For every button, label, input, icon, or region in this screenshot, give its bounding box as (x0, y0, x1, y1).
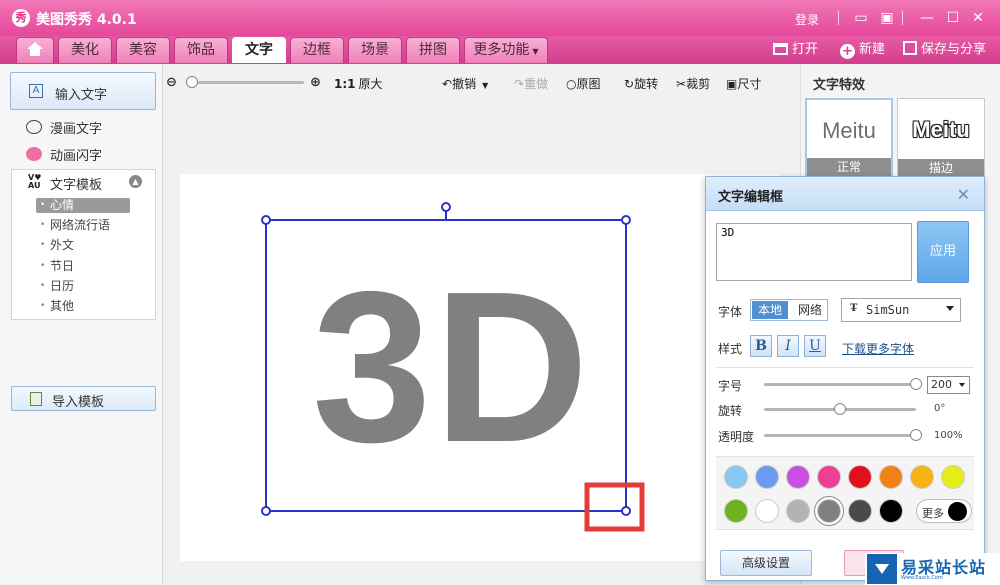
color-swatch[interactable] (848, 465, 872, 489)
divider (716, 367, 974, 368)
download-fonts-link[interactable]: 下载更多字体 (842, 340, 914, 357)
effect-sample: Meitu (912, 117, 970, 142)
effect-sample: Meitu (822, 118, 876, 143)
font-family-select[interactable]: T̶ SimSun (841, 298, 961, 322)
more-colors-label: 更多 (922, 507, 944, 520)
effects-title: 文字特效 (813, 78, 866, 93)
color-swatch[interactable] (786, 499, 810, 523)
italic-button[interactable]: I (777, 335, 799, 357)
font-label: 字体 (718, 305, 743, 319)
opacity-label: 透明度 (718, 430, 755, 444)
rotate-slider-handle[interactable] (834, 403, 846, 415)
color-swatch[interactable] (755, 465, 779, 489)
chevron-down-icon (959, 383, 965, 387)
effect-outline-card[interactable]: Meitu 描边 (897, 98, 985, 178)
advanced-settings-button[interactable]: 高级设置 (720, 550, 812, 576)
effect-normal-card[interactable]: Meitu 正常 (805, 98, 893, 178)
font-local-tab[interactable]: 本地 (752, 301, 788, 319)
close-icon[interactable]: ✕ (957, 185, 970, 204)
size-value: 200 (931, 378, 952, 391)
opacity-slider[interactable] (764, 434, 916, 437)
style-label: 样式 (718, 342, 743, 356)
color-swatch[interactable] (724, 465, 748, 489)
watermark-logo-icon (867, 554, 897, 584)
current-color-dot (948, 502, 967, 521)
effect-label: 正常 (807, 158, 891, 176)
color-palette: 更多 (716, 456, 974, 530)
rotate-label: 旋转 (718, 404, 743, 418)
watermark-subtext: Www.Easck.Com (901, 575, 943, 581)
size-slider[interactable] (764, 383, 916, 386)
text-content-input[interactable]: 3D (716, 223, 912, 281)
chevron-down-icon (946, 306, 954, 311)
color-swatch[interactable] (879, 465, 903, 489)
highlight-annotation-box (584, 482, 645, 532)
color-swatch[interactable] (817, 465, 841, 489)
font-source-toggle: 本地 网络 (750, 299, 828, 321)
effect-label: 描边 (898, 159, 984, 177)
underline-button[interactable]: U (804, 335, 826, 357)
size-label: 字号 (718, 379, 743, 393)
selection-box (265, 219, 627, 512)
resize-handle-bottom-right[interactable] (621, 506, 631, 516)
rotate-value: 0° (934, 403, 946, 414)
apply-button[interactable]: 应用 (917, 221, 969, 283)
truetype-icon: T̶ (850, 303, 858, 314)
more-colors-button[interactable]: 更多 (916, 499, 972, 523)
color-swatch[interactable] (941, 465, 965, 489)
color-swatch[interactable] (848, 499, 872, 523)
dialog-title-bar[interactable]: 文字编辑框 ✕ (706, 177, 984, 211)
font-family-value: SimSun (866, 303, 910, 317)
site-watermark: 易采站长站 Www.Easck.Com (865, 553, 1000, 585)
opacity-value: 100% (934, 430, 963, 441)
bold-button[interactable]: B (750, 335, 772, 357)
color-swatch[interactable] (755, 499, 779, 523)
rotate-handle[interactable] (441, 202, 451, 212)
color-swatch[interactable] (817, 499, 841, 523)
opacity-slider-handle[interactable] (910, 429, 922, 441)
resize-handle-top-left[interactable] (261, 215, 271, 225)
color-swatch[interactable] (910, 465, 934, 489)
font-web-tab[interactable]: 网络 (793, 301, 827, 319)
color-swatch[interactable] (724, 499, 748, 523)
size-slider-handle[interactable] (910, 378, 922, 390)
resize-handle-top-right[interactable] (621, 215, 631, 225)
color-swatch[interactable] (879, 499, 903, 523)
text-editor-dialog: 文字编辑框 ✕ 3D 应用 字体 本地 网络 T̶ SimSun 样式 B I … (705, 176, 985, 581)
dialog-title: 文字编辑框 (718, 190, 784, 205)
size-select[interactable]: 200 (927, 376, 970, 394)
color-swatch[interactable] (786, 465, 810, 489)
resize-handle-bottom-left[interactable] (261, 506, 271, 516)
